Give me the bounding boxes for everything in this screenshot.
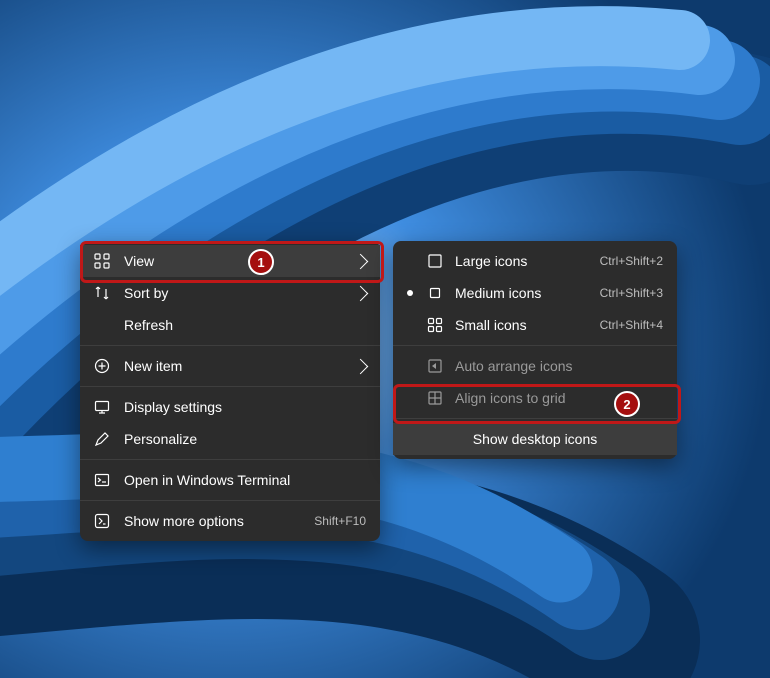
view-icon: [94, 253, 110, 269]
menu-separator: [80, 345, 380, 346]
view-submenu: Large icons Ctrl+Shift+2 Medium icons Ct…: [393, 241, 677, 459]
display-icon: [94, 399, 110, 415]
submenu-item-show-desktop-icons[interactable]: Show desktop icons: [393, 423, 677, 455]
radio-indicator: [407, 322, 413, 328]
menu-label: Align icons to grid: [455, 390, 663, 406]
menu-accel: Ctrl+Shift+3: [600, 286, 663, 300]
chevron-right-icon: [353, 285, 369, 301]
terminal-icon: [94, 472, 110, 488]
new-icon: [94, 358, 110, 374]
check-indicator: [407, 363, 413, 369]
menu-label: Display settings: [124, 399, 366, 415]
menu-item-sort-by[interactable]: Sort by: [80, 277, 380, 309]
menu-separator: [393, 345, 677, 346]
submenu-item-align-grid[interactable]: Align icons to grid: [393, 382, 677, 414]
submenu-item-large-icons[interactable]: Large icons Ctrl+Shift+2: [393, 245, 677, 277]
auto-arrange-icon: [427, 358, 443, 374]
menu-label: Auto arrange icons: [455, 358, 663, 374]
menu-label: New item: [124, 358, 347, 374]
align-grid-icon: [427, 390, 443, 406]
more-options-icon: [94, 513, 110, 529]
menu-label: Small icons: [455, 317, 600, 333]
desktop-context-menu: View Sort by Refresh New item Display se…: [80, 241, 380, 541]
submenu-item-auto-arrange[interactable]: Auto arrange icons: [393, 350, 677, 382]
check-indicator: [407, 395, 413, 401]
menu-item-more-options[interactable]: Show more options Shift+F10: [80, 505, 380, 537]
menu-item-terminal[interactable]: Open in Windows Terminal: [80, 464, 380, 496]
small-icons-icon: [427, 317, 443, 333]
menu-label: Personalize: [124, 431, 366, 447]
menu-item-new[interactable]: New item: [80, 350, 380, 382]
radio-indicator: [407, 258, 413, 264]
blank-icon: [94, 317, 110, 333]
sort-icon: [94, 285, 110, 301]
radio-indicator-selected: [407, 290, 413, 296]
menu-accel: Ctrl+Shift+2: [600, 254, 663, 268]
chevron-right-icon: [353, 253, 369, 269]
menu-item-personalize[interactable]: Personalize: [80, 423, 380, 455]
menu-label: Show desktop icons: [407, 431, 663, 447]
menu-label: Medium icons: [455, 285, 600, 301]
menu-label: Show more options: [124, 513, 314, 529]
medium-icons-icon: [427, 285, 443, 301]
menu-label: Sort by: [124, 285, 347, 301]
submenu-item-medium-icons[interactable]: Medium icons Ctrl+Shift+3: [393, 277, 677, 309]
menu-accel: Shift+F10: [314, 514, 366, 528]
menu-label: Refresh: [124, 317, 366, 333]
menu-accel: Ctrl+Shift+4: [600, 318, 663, 332]
menu-item-view[interactable]: View: [80, 245, 380, 277]
personalize-icon: [94, 431, 110, 447]
large-icons-icon: [427, 253, 443, 269]
menu-item-display-settings[interactable]: Display settings: [80, 391, 380, 423]
menu-separator: [393, 418, 677, 419]
menu-item-refresh[interactable]: Refresh: [80, 309, 380, 341]
submenu-item-small-icons[interactable]: Small icons Ctrl+Shift+4: [393, 309, 677, 341]
menu-label: Large icons: [455, 253, 600, 269]
menu-separator: [80, 386, 380, 387]
menu-separator: [80, 459, 380, 460]
menu-label: Open in Windows Terminal: [124, 472, 366, 488]
menu-label: View: [124, 253, 347, 269]
chevron-right-icon: [353, 358, 369, 374]
menu-separator: [80, 500, 380, 501]
